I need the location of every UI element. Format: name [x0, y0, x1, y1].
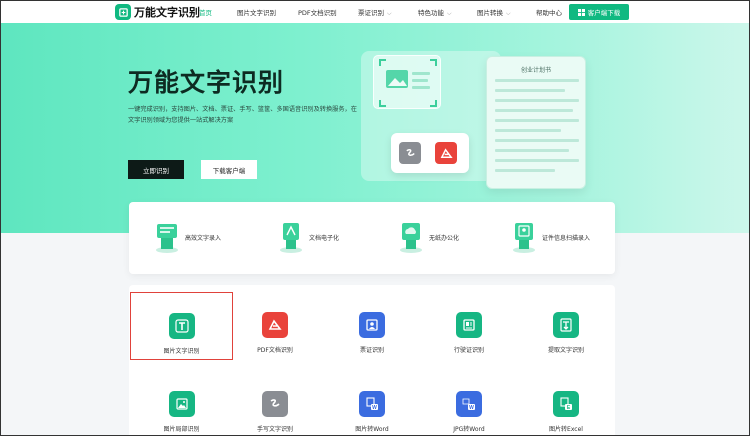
nav-image-ocr[interactable]: 图片文字识别 [237, 7, 276, 17]
feature-label: 证件信息扫描录入 [542, 234, 591, 242]
tool-label: 提取文字识别 [547, 347, 584, 354]
cloud-stand-icon [399, 220, 423, 254]
nav-ticket-ocr[interactable]: 票证识别 ⌵ [358, 7, 392, 18]
tool-image-to-excel[interactable]: E 图片转Excel [516, 371, 616, 435]
feature-label: 无纸办公化 [429, 234, 460, 242]
feature-item: 证件信息扫描录入 [512, 220, 590, 254]
tool-label: 行驶证识别 [453, 347, 484, 354]
document-preview: 创业计划书 [486, 56, 586, 189]
hero-title: 万能文字识别 [128, 68, 285, 97]
features-strip: 高效文字录入 文档电子化 无纸办公化 证件信息扫描录入 [129, 202, 615, 274]
text-t-icon [168, 313, 195, 339]
doc-line [495, 139, 579, 142]
image-scan-icon [373, 55, 441, 109]
client-download-button[interactable]: 客户端下载 [569, 4, 629, 20]
doc-title: 创业计划书 [520, 67, 551, 74]
svg-text:W: W [372, 405, 377, 411]
nav-label: 票证识别 [358, 9, 384, 17]
top-navbar: 万能文字识别 首页 图片文字识别 PDF文档识别 票证识别 ⌵ 特色功能 ⌵ 图片转… [1, 1, 749, 23]
tool-label: PDF文档识别 [257, 347, 293, 354]
tool-label: 图片文字识别 [163, 348, 200, 355]
tool-image-to-word[interactable]: W 图片转Word [322, 371, 422, 435]
chevron-down-icon: ⌵ [447, 10, 452, 17]
svg-text:W: W [469, 405, 474, 411]
doc-line [495, 129, 561, 132]
nav-special-features[interactable]: 特色功能 ⌵ [418, 7, 452, 18]
tool-license-ocr[interactable]: 行驶证识别 [419, 292, 519, 362]
tool-image-partial-ocr[interactable]: 图片局部识别 [130, 371, 233, 435]
tool-jpg-to-word[interactable]: W JPG转Word [419, 371, 519, 435]
doc-line [495, 99, 579, 102]
doc-line [495, 149, 569, 152]
doc-line [495, 109, 573, 112]
nav-pdf-ocr[interactable]: PDF文档识别 [298, 7, 337, 17]
signature-icon [399, 142, 421, 164]
app-window: 万能文字识别 首页 图片文字识别 PDF文档识别 票证识别 ⌵ 特色功能 ⌵ 图片转… [0, 0, 750, 436]
download-label: 客户端下载 [587, 9, 621, 17]
id-card-stand-icon [512, 220, 536, 254]
download-client-button[interactable]: 下载客户端 [201, 160, 257, 179]
logo-text[interactable]: 万能文字识别 [134, 4, 200, 20]
nav-label: 特色功能 [418, 9, 444, 17]
tool-label: 票证识别 [359, 347, 384, 354]
tool-label: 图片局部识别 [163, 426, 200, 433]
tool-label: 图片转Word [355, 426, 389, 433]
tool-extract-text-ocr[interactable]: 提取文字识别 [516, 292, 616, 362]
feature-label: 文档电子化 [309, 234, 340, 242]
hero-subtitle: 一键完成识别，支持图片、文档、票证、手写、篮筐、多国语音识别及转换服务，在文字识… [128, 106, 357, 124]
image-to-word-icon: W [359, 391, 385, 417]
tool-label: 手写文字识别 [256, 426, 293, 433]
image-to-excel-icon: E [553, 391, 579, 417]
feature-label: 高效文字录入 [185, 234, 222, 242]
nav-label: 首页 [199, 9, 212, 17]
tools-grid: 图片文字识别 PDF文档识别 票证识别 行驶证识别 提取文字识别 图片局部识别 … [129, 285, 616, 435]
format-card [391, 133, 469, 173]
tool-pdf-ocr[interactable]: PDF文档识别 [225, 292, 325, 362]
feature-item: 无纸办公化 [399, 220, 459, 254]
nav-help-center[interactable]: 帮助中心 [536, 7, 562, 17]
nav-label: 图片转换 [477, 9, 503, 17]
doc-line [495, 89, 565, 92]
nav-label: 帮助中心 [536, 9, 562, 17]
nav-image-convert[interactable]: 图片转换 ⌵ [477, 7, 511, 18]
nav-home[interactable]: 首页 [199, 7, 212, 17]
doc-line [495, 119, 579, 122]
pdf-icon [262, 312, 288, 338]
id-card-icon [359, 312, 385, 338]
windows-icon [577, 8, 585, 16]
start-recognize-button[interactable]: 立即识别 [128, 160, 184, 179]
chevron-down-icon: ⌵ [387, 10, 392, 17]
doc-line [495, 169, 555, 172]
tool-ticket-ocr[interactable]: 票证识别 [322, 292, 422, 362]
feature-item: 高效文字录入 [155, 220, 221, 254]
tool-label: JPG转Word [453, 426, 485, 433]
chevron-down-icon: ⌵ [506, 10, 511, 17]
image-crop-icon [168, 391, 195, 417]
signature-icon [262, 391, 288, 417]
nav-label: 图片文字识别 [237, 9, 276, 17]
pdf-stand-icon [279, 220, 303, 254]
download-text-icon [553, 312, 579, 338]
laptop-card-icon [155, 220, 179, 254]
feature-item: 文档电子化 [279, 220, 339, 254]
tool-handwriting-ocr[interactable]: 手写文字识别 [225, 371, 325, 435]
nav-label: PDF文档识别 [298, 9, 337, 17]
jpg-to-word-icon: W [456, 391, 482, 417]
doc-line [495, 79, 579, 82]
logo-icon[interactable] [115, 4, 131, 20]
pdf-icon [435, 142, 457, 164]
doc-line [495, 159, 579, 162]
tool-label: 图片转Excel [549, 426, 583, 433]
license-icon [456, 312, 482, 338]
tool-image-text-ocr[interactable]: 图片文字识别 [130, 292, 233, 360]
